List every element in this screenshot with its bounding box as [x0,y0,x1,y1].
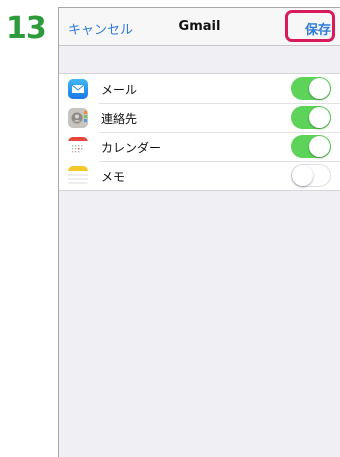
mail-icon [68,79,88,99]
calendar-icon [68,137,88,157]
sync-options-list: メール 連絡先 カレンダー メモ [59,73,340,191]
list-item-contacts: 連絡先 [59,103,340,132]
calendar-toggle[interactable] [291,135,331,158]
save-highlight-box [285,10,335,42]
mail-label: メール [101,83,138,97]
list-item-notes: メモ [59,161,340,190]
notes-icon [68,166,88,186]
notes-label: メモ [101,170,126,184]
list-item-mail: メール [59,74,340,103]
notes-toggle[interactable] [291,164,331,187]
contacts-icon [68,108,88,128]
contacts-label: 連絡先 [101,112,138,126]
navigation-bar: キャンセル Gmail 保存 [59,8,340,46]
list-item-calendar: カレンダー [59,132,340,161]
step-number: 13 [6,11,47,46]
account-settings-screen: キャンセル Gmail 保存 メール 連絡先 カレンダー メモ [58,7,340,457]
mail-toggle[interactable] [291,77,331,100]
calendar-label: カレンダー [101,141,162,155]
contacts-toggle[interactable] [291,106,331,129]
